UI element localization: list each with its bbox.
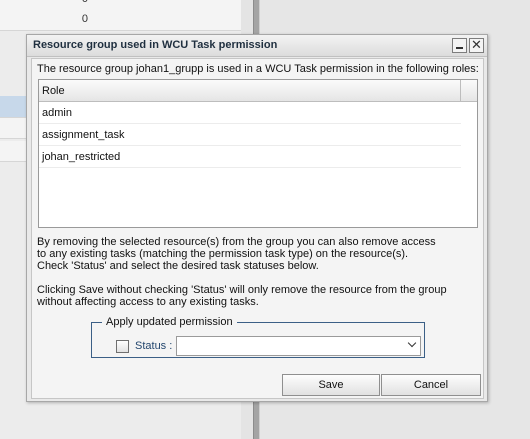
roles-grid: Role admin assignment_task johan_restric… [38, 79, 478, 228]
role-cell: assignment_task [42, 129, 125, 141]
apply-permission-legend: Apply updated permission [106, 316, 233, 328]
chevron-down-icon [407, 338, 417, 348]
background-row-value: 0 [81, 13, 88, 25]
info-line: Check 'Status' and select the desired ta… [37, 260, 319, 272]
save-button[interactable]: Save [282, 374, 380, 396]
info-line: Clicking Save without checking 'Status' … [37, 284, 447, 296]
role-cell: johan_restricted [42, 151, 121, 163]
role-cell: admin [42, 107, 72, 119]
info-line: to any existing tasks (matching the perm… [37, 248, 409, 260]
column-separator[interactable] [460, 80, 461, 101]
table-row[interactable]: assignment_task [39, 124, 461, 146]
dialog-content: The resource group johan1_grupp is used … [31, 58, 484, 399]
close-icon[interactable]: ✕ [469, 37, 484, 53]
status-label: Status : [135, 340, 173, 352]
minimize-icon[interactable] [452, 38, 467, 53]
background-row[interactable]: 0 [0, 10, 241, 31]
info-line: By removing the selected resource(s) fro… [37, 236, 436, 248]
status-checkbox[interactable] [116, 340, 129, 353]
info-line: without affecting access to any existing… [37, 296, 259, 308]
grid-header: Role [39, 80, 477, 102]
info-text: By removing the selected resource(s) fro… [37, 236, 477, 308]
status-select[interactable] [176, 336, 421, 356]
table-row[interactable]: johan_restricted [39, 146, 461, 168]
resource-group-dialog: Resource group used in WCU Task permissi… [26, 34, 488, 402]
apply-permission-group: Apply updated permission Status : [91, 316, 425, 358]
column-header-role[interactable]: Role [42, 85, 65, 97]
background-row-value: 0 [82, 0, 88, 5]
dialog-title: Resource group used in WCU Task permissi… [33, 39, 278, 51]
table-row[interactable]: admin [39, 102, 461, 124]
intro-text: The resource group johan1_grupp is used … [37, 63, 479, 75]
dialog-titlebar[interactable]: Resource group used in WCU Task permissi… [27, 35, 487, 57]
cancel-button[interactable]: Cancel [381, 374, 481, 396]
